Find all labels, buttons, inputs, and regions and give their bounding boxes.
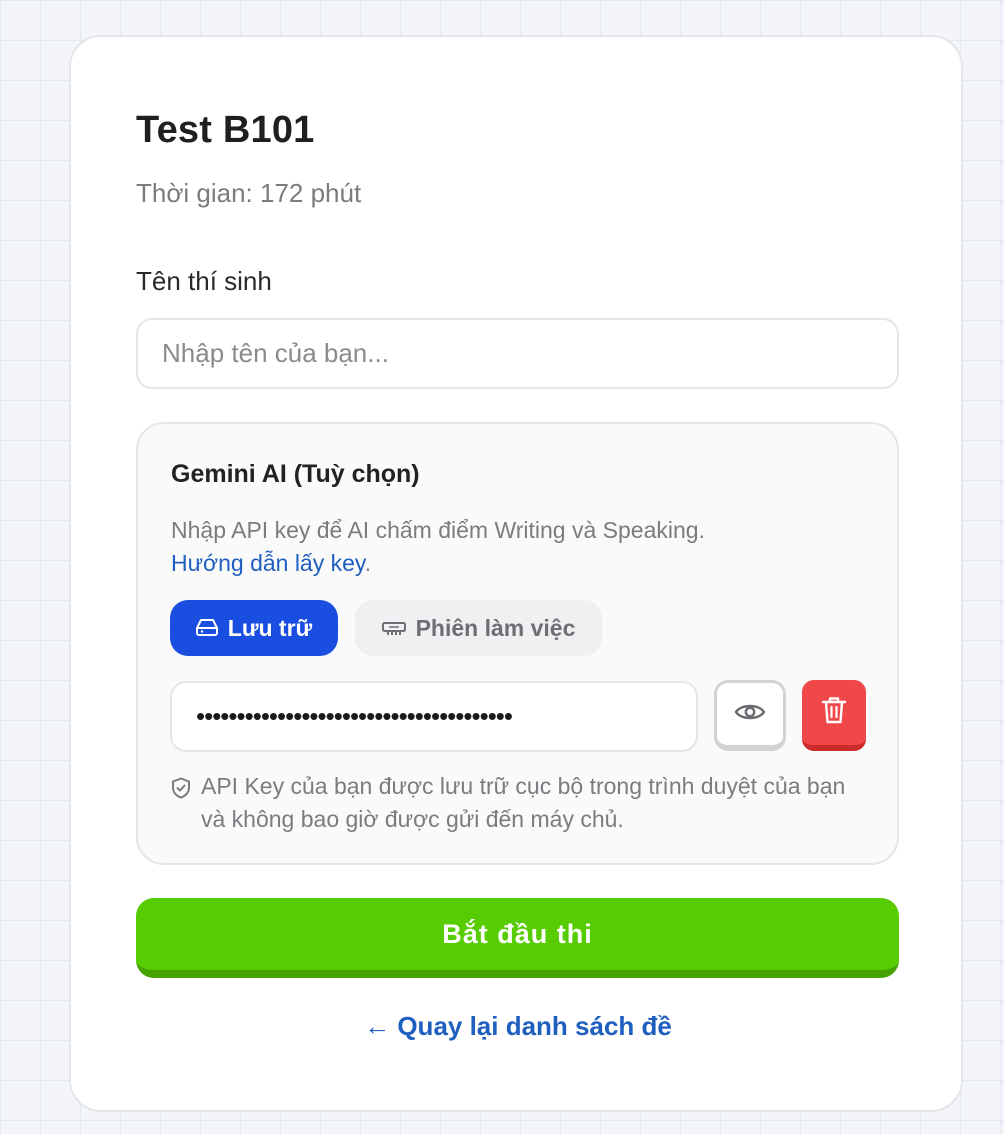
privacy-note: API Key của bạn được lưu trữ cục bộ tron… xyxy=(171,770,871,836)
guide-link-period: . xyxy=(364,550,372,576)
gemini-ai-description-block: Nhập API key để AI chấm điểm Writing và … xyxy=(171,514,851,580)
eye-icon xyxy=(734,701,766,728)
start-exam-button[interactable]: Bắt đầu thi xyxy=(136,898,899,978)
back-to-list-link[interactable]: ← Quay lại danh sách đề xyxy=(71,1011,965,1042)
hard-drive-icon xyxy=(195,615,218,642)
exam-duration: Thời gian: 172 phút xyxy=(136,178,362,208)
candidate-name-label: Tên thí sinh xyxy=(136,266,272,296)
session-mode-button[interactable]: Phiên làm việc xyxy=(355,600,602,656)
memory-chip-icon xyxy=(381,615,406,642)
exam-start-card: Test B101 Thời gian: 172 phút Tên thí si… xyxy=(69,35,963,1112)
shield-icon xyxy=(171,770,191,836)
delete-key-button[interactable] xyxy=(802,680,866,751)
privacy-note-text: API Key của bạn được lưu trữ cục bộ tron… xyxy=(201,773,846,832)
api-key-guide-link[interactable]: Hướng dẫn lấy key xyxy=(171,550,365,576)
gemini-ai-panel: Gemini AI (Tuỳ chọn) Nhập API key để AI … xyxy=(136,422,899,865)
trash-icon xyxy=(821,695,847,730)
gemini-ai-description: Nhập API key để AI chấm điểm Writing và … xyxy=(171,517,705,543)
api-key-input[interactable]: ••••••••••••••••••••••••••••••••••••••• xyxy=(170,681,698,752)
storage-mode-label: Lưu trữ xyxy=(227,614,313,641)
gemini-ai-title: Gemini AI (Tuỳ chọn) xyxy=(171,460,420,488)
session-mode-label: Phiên làm việc xyxy=(415,614,576,641)
exam-title: Test B101 xyxy=(136,109,315,151)
toggle-key-visibility-button[interactable] xyxy=(714,680,786,751)
candidate-name-input[interactable] xyxy=(136,318,899,389)
storage-mode-button[interactable]: Lưu trữ xyxy=(170,600,338,656)
